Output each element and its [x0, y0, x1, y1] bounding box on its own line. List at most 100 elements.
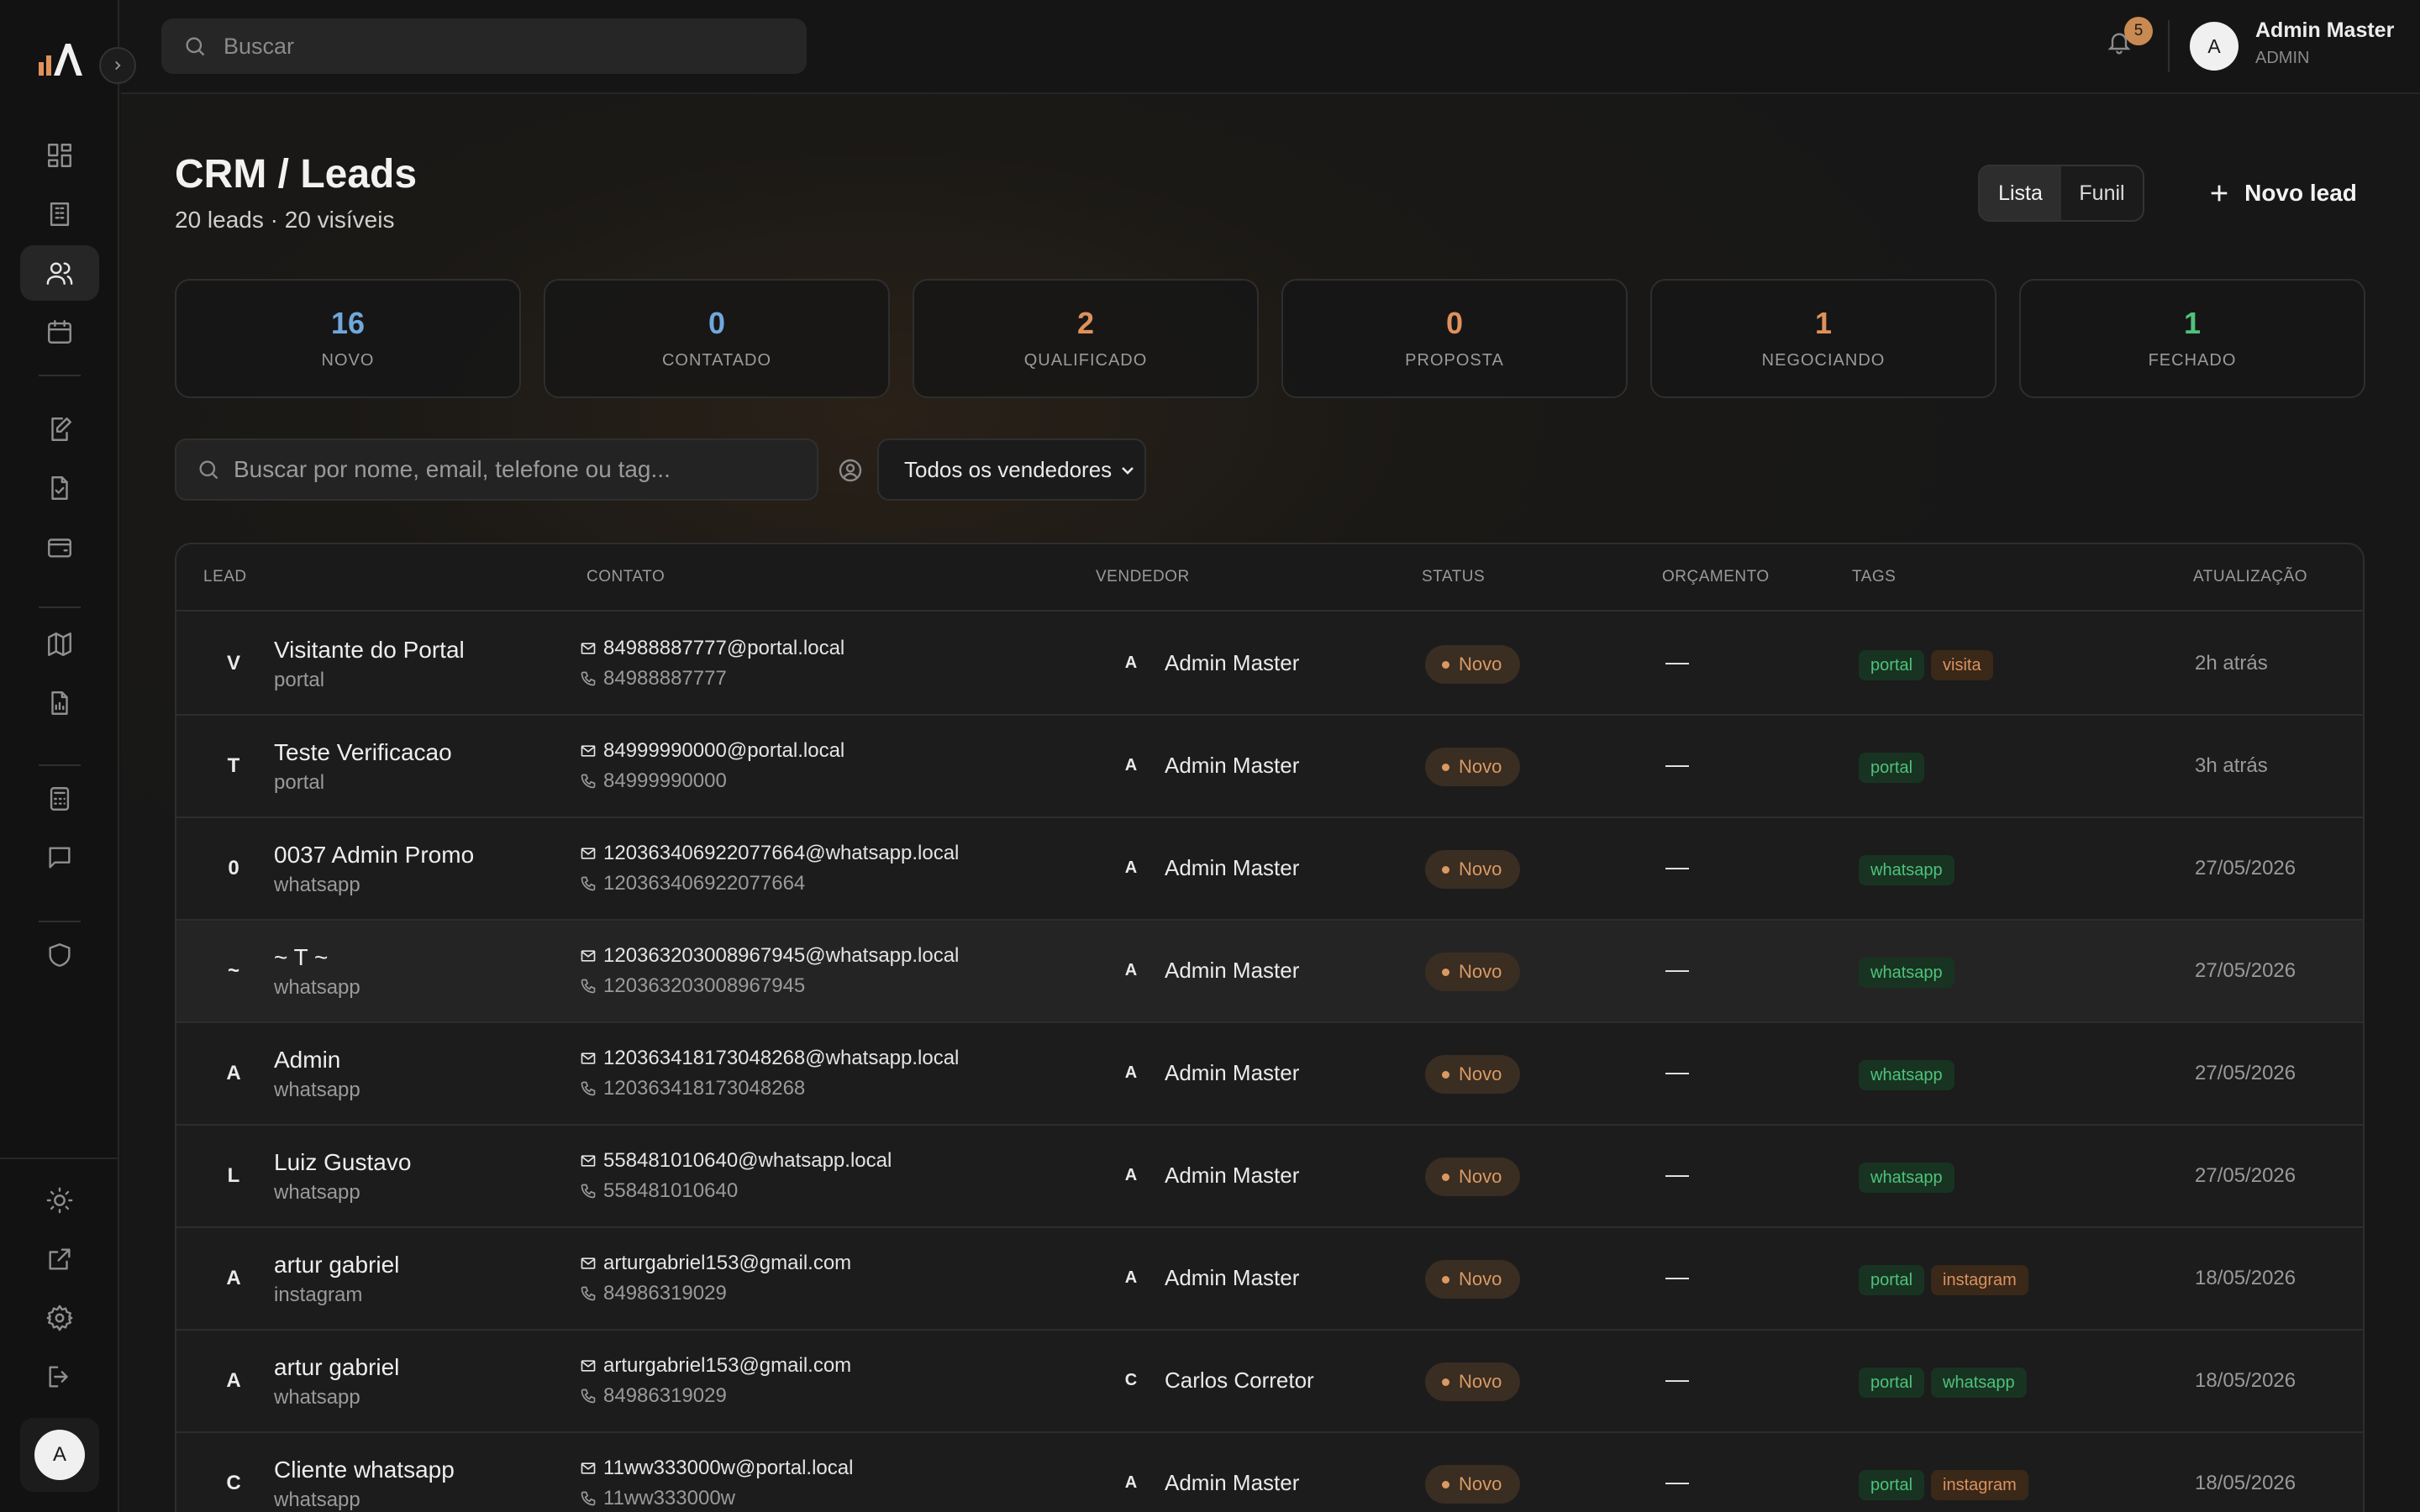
sidebar-item-reports[interactable]: [20, 675, 99, 731]
lead-email-text: 120363203008967945@whatsapp.local: [603, 944, 960, 967]
lead-phone[interactable]: 84986319029: [580, 1384, 727, 1408]
lead-phone[interactable]: 120363203008967945: [580, 974, 805, 998]
stat-card-qualificado[interactable]: 2 QUALIFICADO: [913, 279, 1259, 398]
status-badge[interactable]: Novo: [1425, 645, 1521, 684]
lead-email[interactable]: arturgabriel153@gmail.com: [580, 1354, 851, 1378]
lead-name[interactable]: artur gabriel: [274, 1354, 399, 1381]
lead-phone[interactable]: 558481010640: [580, 1179, 738, 1203]
stat-card-novo[interactable]: 16 NOVO: [175, 279, 521, 398]
lead-phone[interactable]: 120363406922077664: [580, 872, 805, 895]
header-contact[interactable]: CONTATO: [587, 568, 665, 586]
tag-badge: portal: [1859, 1265, 1925, 1295]
view-funnel-button[interactable]: Funil: [2061, 166, 2143, 220]
lead-name[interactable]: artur gabriel: [274, 1252, 399, 1278]
table-row[interactable]: C Cliente whatsapp whatsapp 11ww333000w@por…: [176, 1433, 2363, 1512]
status-badge[interactable]: Novo: [1425, 748, 1521, 786]
sidebar-item-security[interactable]: [20, 927, 99, 983]
status-badge[interactable]: Novo: [1425, 1362, 1521, 1401]
sidebar-user-avatar[interactable]: A: [20, 1418, 99, 1492]
phone-icon: [581, 979, 596, 994]
status-badge[interactable]: Novo: [1425, 1158, 1521, 1196]
user-name[interactable]: Admin Master: [2255, 18, 2394, 43]
sidebar-item-calendar[interactable]: [20, 304, 99, 360]
lead-tags: whatsapp: [1859, 1060, 1954, 1090]
lead-name[interactable]: ~ T ~: [274, 944, 328, 971]
lead-name[interactable]: 0037 Admin Promo: [274, 842, 474, 869]
app-logo[interactable]: [37, 40, 84, 77]
sidebar-item-documents[interactable]: [20, 460, 99, 516]
status-badge[interactable]: Novo: [1425, 850, 1521, 889]
vendor-filter-select[interactable]: Todos os vendedores: [877, 438, 1146, 501]
stat-card-contatado[interactable]: 0 CONTATADO: [544, 279, 890, 398]
status-badge[interactable]: Novo: [1425, 1055, 1521, 1094]
lead-phone[interactable]: 84999990000: [580, 769, 727, 793]
lead-email[interactable]: 84999990000@portal.local: [580, 739, 844, 763]
lead-email[interactable]: 558481010640@whatsapp.local: [580, 1149, 892, 1173]
lead-avatar: A: [226, 1062, 241, 1084]
settings-button[interactable]: [20, 1290, 99, 1346]
sidebar-item-finance[interactable]: [20, 519, 99, 575]
sidebar-item-dashboard[interactable]: [20, 128, 99, 183]
lead-email[interactable]: arturgabriel153@gmail.com: [580, 1252, 851, 1275]
table-row[interactable]: L Luiz Gustavo whatsapp 558481010640@whatsa…: [176, 1126, 2363, 1228]
sidebar-item-map[interactable]: [20, 617, 99, 672]
lead-name[interactable]: Visitante do Portal: [274, 637, 465, 664]
lead-name[interactable]: Luiz Gustavo: [274, 1149, 411, 1176]
lead-email[interactable]: 120363406922077664@whatsapp.local: [580, 842, 959, 865]
table-row[interactable]: ~ ~ T ~ whatsapp 120363203008967945@whatsap…: [176, 921, 2363, 1023]
status-badge[interactable]: Novo: [1425, 1465, 1521, 1504]
sidebar-item-contracts[interactable]: [20, 402, 99, 457]
header-status[interactable]: STATUS: [1422, 568, 1485, 586]
lead-name[interactable]: Cliente whatsapp: [274, 1457, 455, 1483]
lead-email[interactable]: 11ww333000w@portal.local: [580, 1457, 853, 1480]
table-row[interactable]: Aartur gabriel whatsapp arturgabriel153@gm…: [176, 1331, 2363, 1433]
theme-toggle-button[interactable]: [20, 1173, 99, 1228]
stat-card-proposta[interactable]: 0 PROPOSTA: [1281, 279, 1628, 398]
sidebar-item-messages[interactable]: [20, 830, 99, 885]
lead-phone[interactable]: 84986319029: [580, 1282, 727, 1305]
header-updated[interactable]: ATUALIZAÇÃO: [2193, 568, 2307, 586]
lead-name[interactable]: Admin: [274, 1047, 340, 1074]
new-lead-button[interactable]: Novo lead: [2190, 165, 2375, 222]
lead-email[interactable]: 120363203008967945@whatsapp.local: [580, 944, 959, 968]
table-row[interactable]: A Admin whatsapp 120363418173048268@whatsap…: [176, 1023, 2363, 1126]
sidebar-item-calculator[interactable]: [20, 771, 99, 827]
lead-updated: 27/05/2026: [2195, 857, 2296, 879]
mail-icon: [581, 1462, 596, 1474]
external-link-button[interactable]: [20, 1231, 99, 1287]
user-avatar[interactable]: A: [2190, 22, 2238, 71]
status-badge[interactable]: Novo: [1425, 1260, 1521, 1299]
lead-name[interactable]: Teste Verificacao: [274, 739, 452, 766]
sidebar-item-buildings[interactable]: [20, 186, 99, 242]
table-row[interactable]: 0 0037 Admin Promo whatsapp 120363406922077…: [176, 818, 2363, 921]
table-row[interactable]: Aartur gabriel instagram arturgabriel153@g…: [176, 1228, 2363, 1331]
stat-card-fechado[interactable]: 1 FECHADO: [2019, 279, 2365, 398]
global-search[interactable]: [161, 18, 807, 74]
view-list-button[interactable]: Lista: [1980, 166, 2061, 220]
table-row[interactable]: T Teste Verificacao portal 84999990000@port…: [176, 716, 2363, 818]
lead-phone[interactable]: 11ww333000w: [580, 1487, 735, 1510]
table-row[interactable]: V Visitante do Portal portal 84988887777@po…: [176, 613, 2363, 716]
header-budget[interactable]: ORÇAMENTO: [1662, 568, 1770, 586]
edit-document-icon: [51, 417, 71, 441]
lead-source: whatsapp: [274, 874, 360, 896]
lead-search-input[interactable]: [234, 456, 805, 483]
vendor-avatar: A: [1124, 1063, 1138, 1082]
sidebar-collapse-button[interactable]: [99, 47, 136, 84]
lead-phone[interactable]: 84988887777: [580, 667, 727, 690]
lead-email[interactable]: 120363418173048268@whatsapp.local: [580, 1047, 959, 1070]
sidebar-item-leads[interactable]: [20, 245, 99, 301]
status-badge[interactable]: Novo: [1425, 953, 1521, 991]
mail-icon: [581, 1155, 596, 1167]
stat-label: FECHADO: [2148, 351, 2237, 370]
stat-card-negociando[interactable]: 1 NEGOCIANDO: [1650, 279, 1996, 398]
global-search-input[interactable]: [224, 33, 761, 60]
header-lead[interactable]: LEAD: [203, 568, 247, 586]
lead-phone[interactable]: 120363418173048268: [580, 1077, 805, 1100]
logout-button[interactable]: [20, 1349, 99, 1404]
lead-search[interactable]: [175, 438, 818, 501]
lead-email[interactable]: 84988887777@portal.local: [580, 637, 844, 660]
header-vendor[interactable]: VENDEDOR: [1096, 568, 1190, 586]
header-tags[interactable]: TAGS: [1852, 568, 1896, 586]
wallet-icon: [48, 538, 71, 558]
